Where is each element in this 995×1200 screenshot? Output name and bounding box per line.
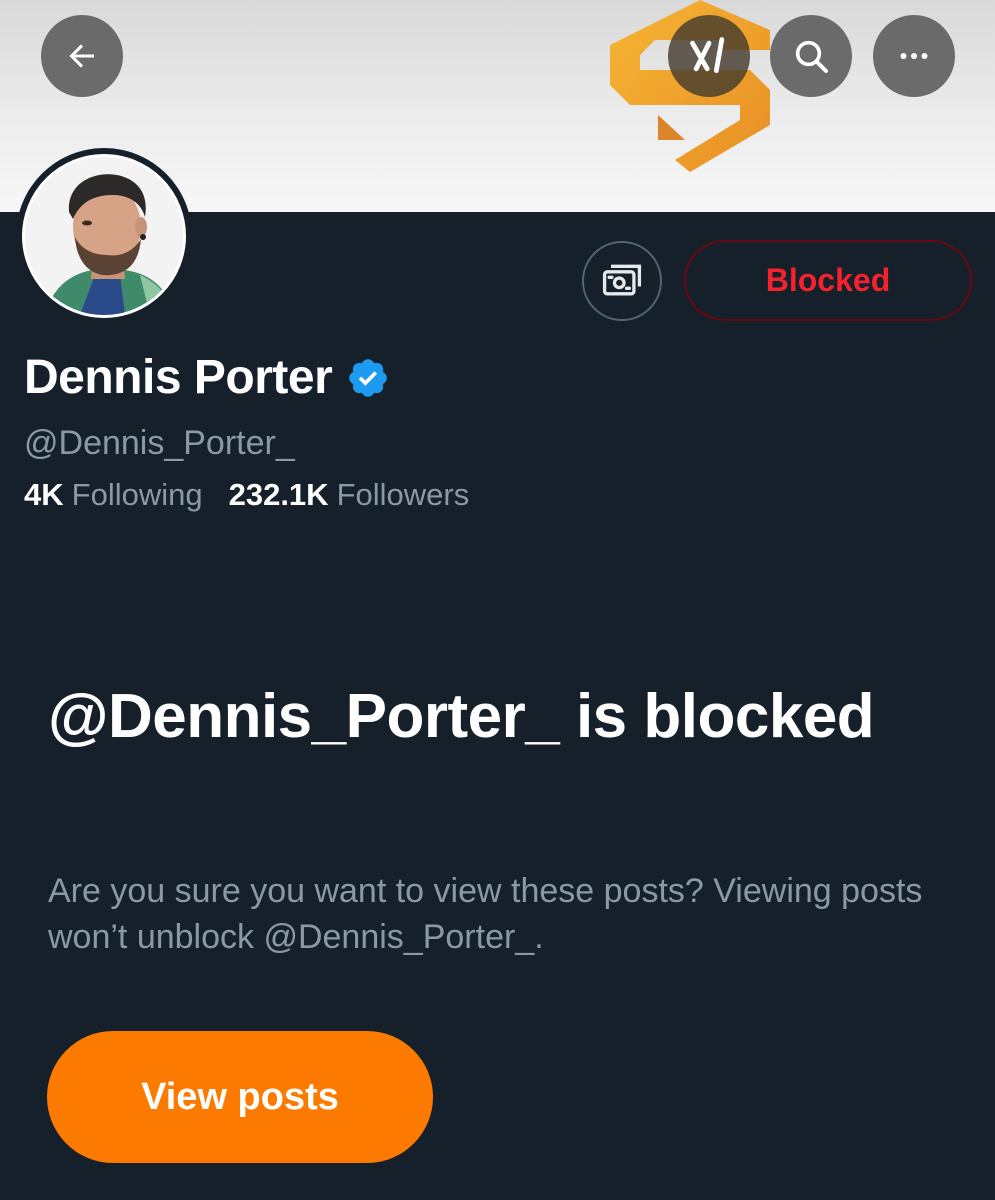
followers-stat[interactable]: 232.1K Followers [229, 477, 470, 513]
display-name: Dennis Porter [24, 351, 333, 404]
profile-name-row: Dennis Porter [24, 350, 390, 405]
avatar[interactable] [22, 154, 186, 318]
money-tip-icon [602, 264, 642, 296]
following-count: 4K [24, 477, 64, 512]
blocked-button[interactable]: Blocked [684, 240, 972, 321]
blocked-notice-title: @Dennis_Porter_ is blocked [48, 682, 875, 751]
more-button[interactable] [873, 15, 955, 97]
arrow-left-icon [69, 44, 94, 68]
avatar-frame[interactable] [16, 148, 192, 324]
profile-stats: 4K Following 232.1K Followers [24, 477, 495, 513]
avatar-portrait-image [25, 157, 183, 315]
following-label: Following [71, 477, 203, 512]
more-horizontal-icon [900, 53, 928, 59]
followers-count: 232.1K [228, 477, 329, 512]
grok-button[interactable] [668, 15, 750, 97]
blocked-button-label: Blocked [765, 262, 891, 298]
back-button[interactable] [41, 15, 123, 97]
verified-badge-icon[interactable] [346, 356, 390, 400]
grok-icon [690, 37, 725, 74]
followers-label: Followers [336, 477, 470, 512]
following-stat[interactable]: 4K Following [24, 477, 203, 513]
search-icon [795, 40, 828, 73]
view-posts-button[interactable]: View posts [47, 1031, 433, 1163]
search-button[interactable] [770, 15, 852, 97]
blocked-notice-description: Are you sure you want to view these post… [48, 872, 923, 956]
tip-button[interactable] [582, 241, 662, 321]
view-posts-label: View posts [141, 1075, 339, 1118]
profile-handle: @Dennis_Porter_ [24, 424, 295, 462]
